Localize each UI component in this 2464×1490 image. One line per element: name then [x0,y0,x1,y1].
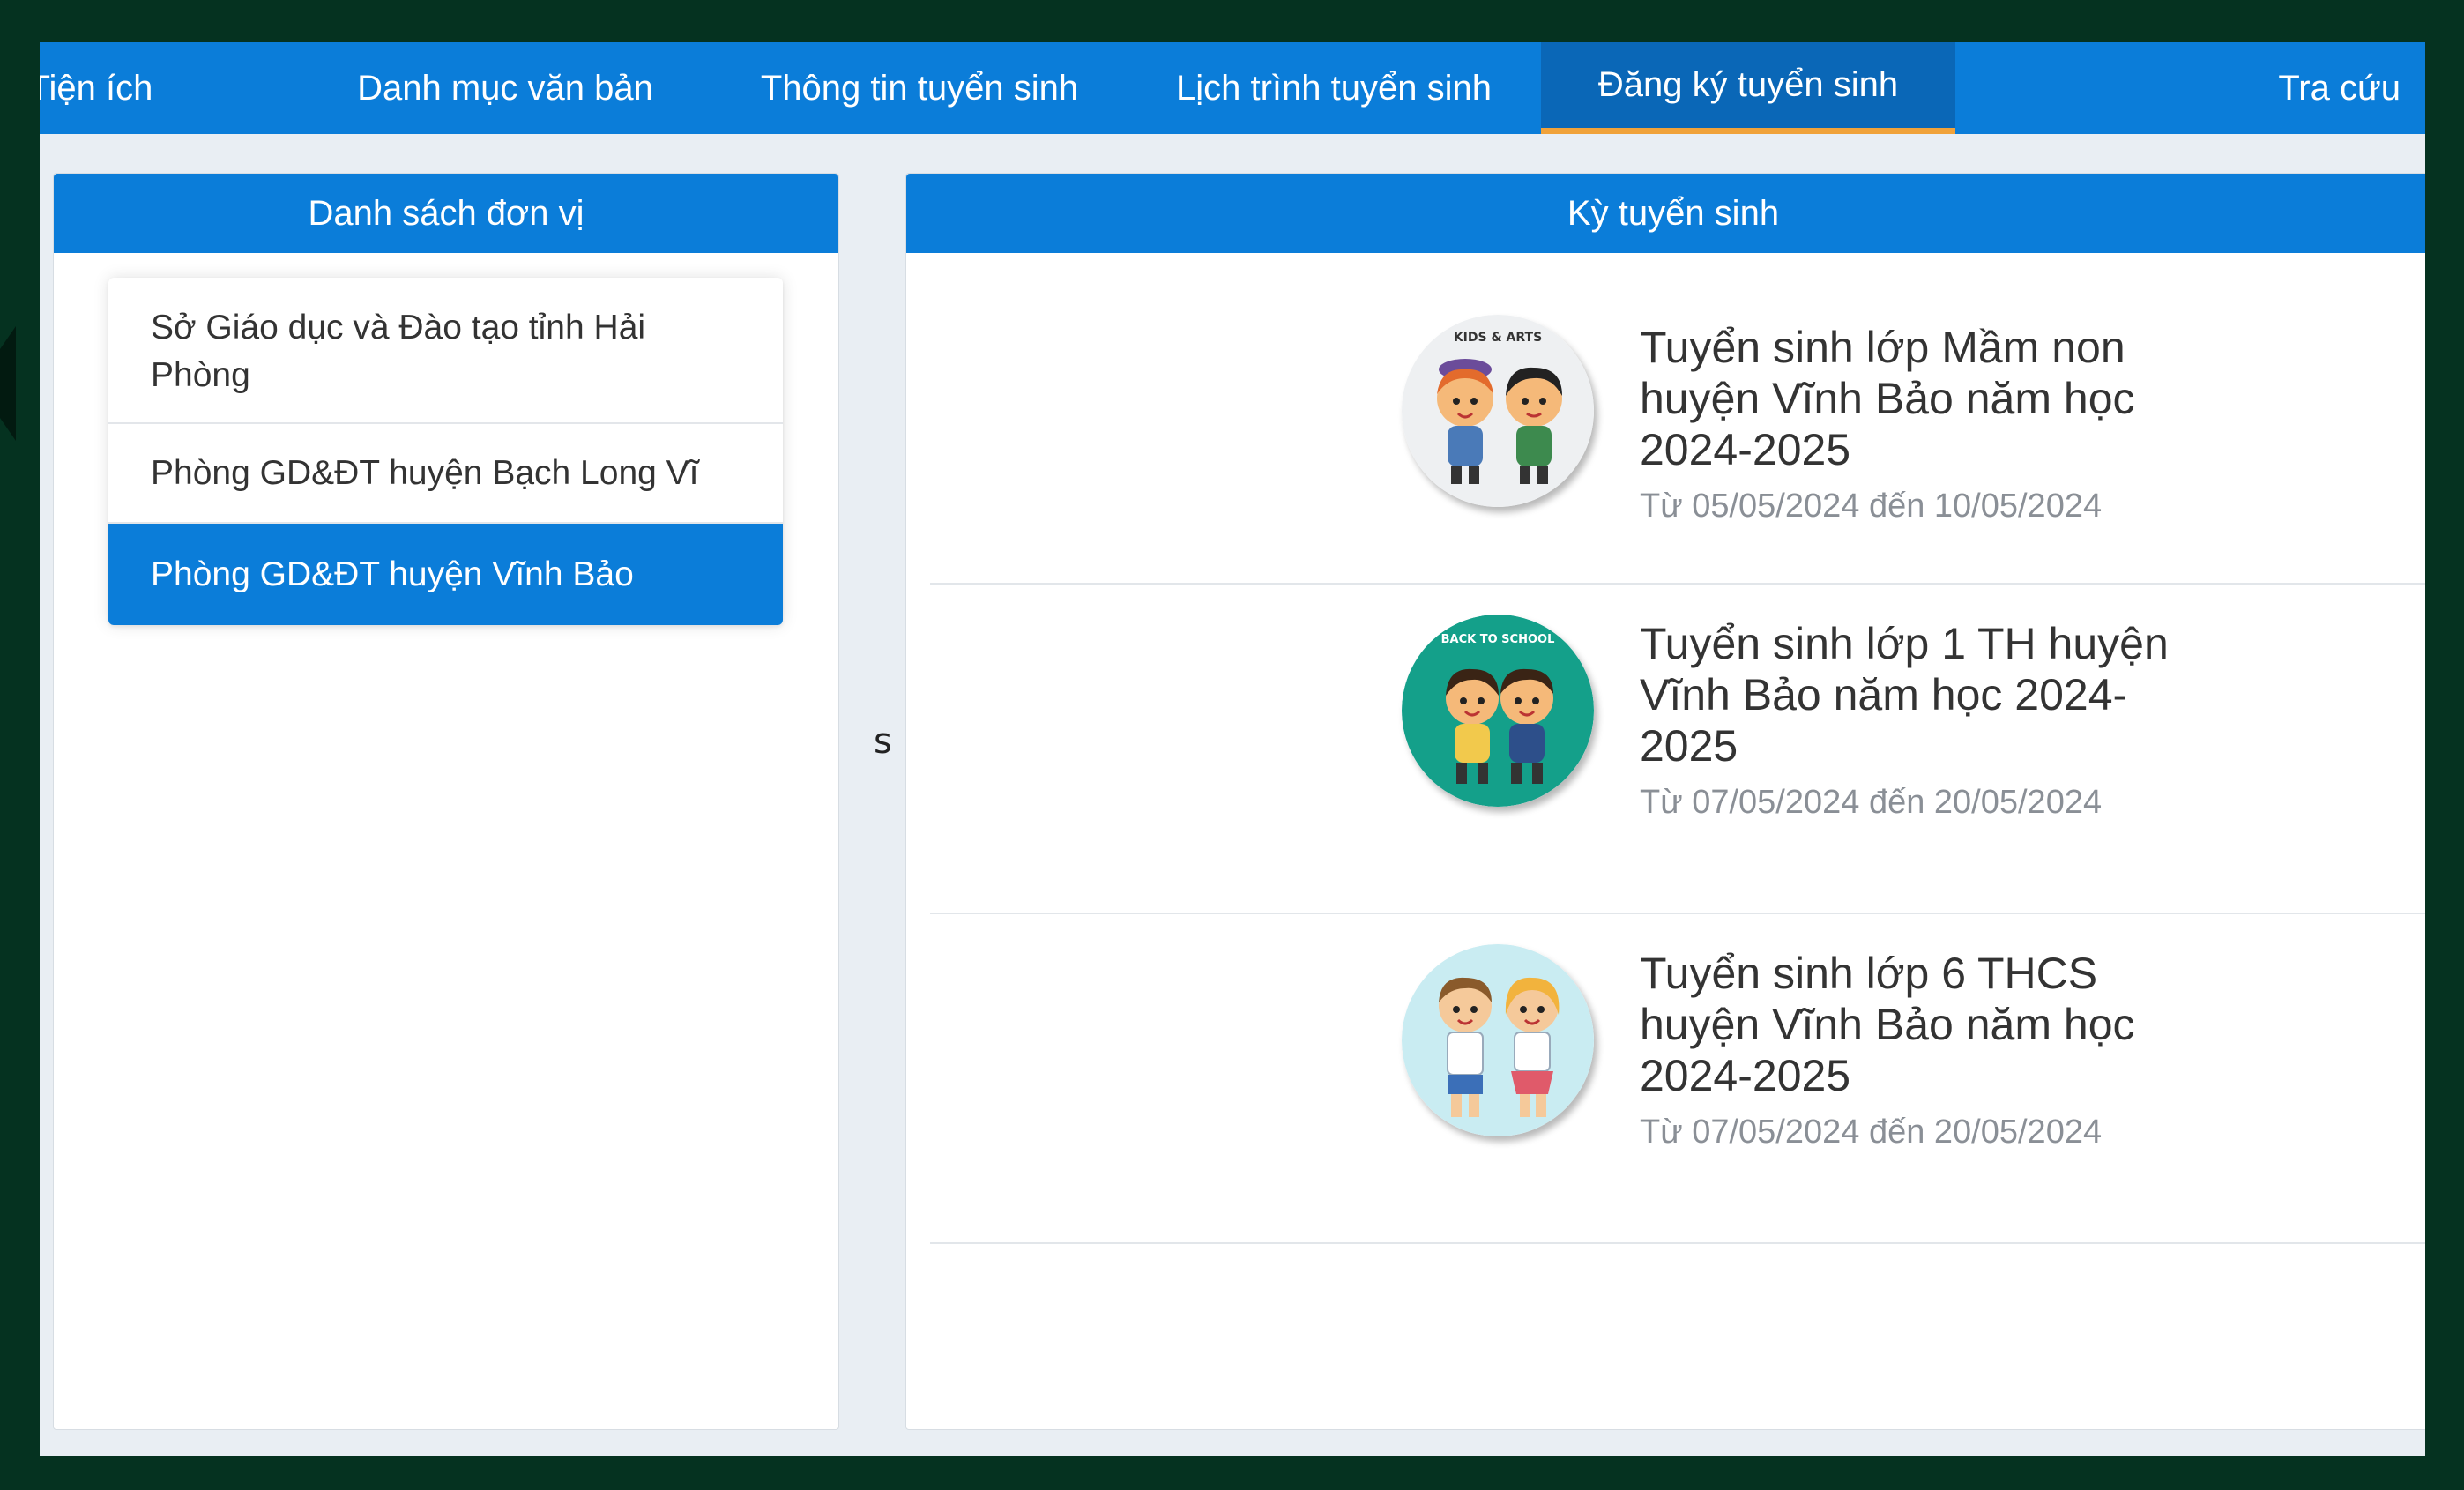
icon-caption: BACK TO SCHOOL [1441,633,1555,646]
term-title[interactable]: Tuyển sinh lớp Mầm non huyện Vĩnh Bảo nă… [1640,322,2204,475]
unit-list: Sở Giáo dục và Đào tạo tỉnh Hải Phòng Ph… [108,278,783,625]
nav-tien-ich[interactable]: Tiện ích [40,42,298,134]
unit-panel-header: Danh sách đơn vị [54,174,838,253]
kids-arts-icon: KIDS & ARTS [1402,315,1594,507]
unit-item-so-gd-hai-phong[interactable]: Sở Giáo dục và Đào tạo tỉnh Hải Phòng [108,278,783,424]
icon-caption: KIDS & ARTS [1454,331,1542,345]
back-to-school-icon: BACK TO SCHOOL [1402,615,1594,807]
nav-dang-ky-tuyen-sinh[interactable]: Đăng ký tuyển sinh [1541,42,1955,134]
unit-item-bach-long-vi[interactable]: Phòng GD&ĐT huyện Bạch Long Vĩ [108,424,783,524]
app-frame: Tiện ích Danh mục văn bản Thông tin tuyể… [40,42,2425,1456]
frame-notch [0,326,16,441]
term-item[interactable]: KIDS & ARTS Tuyển sinh lớp Mầm non huyện… [930,253,2425,585]
nav-thong-tin-tuyen-sinh[interactable]: Thông tin tuyển sinh [712,42,1127,134]
term-title[interactable]: Tuyển sinh lớp 6 THCS huyện Vĩnh Bảo năm… [1640,948,2204,1101]
unit-item-vinh-bao[interactable]: Phòng GD&ĐT huyện Vĩnh Bảo [108,524,783,625]
term-item[interactable]: Tuyển sinh lớp 6 THCS huyện Vĩnh Bảo năm… [930,913,2425,1244]
nav-danh-muc-van-ban[interactable]: Danh mục văn bản [298,42,712,134]
term-date: Từ 07/05/2024 đến 20/05/2024 [1640,784,2103,821]
nav-tra-cuu[interactable]: Tra cứu [1955,42,2425,134]
term-date: Từ 05/05/2024 đến 10/05/2024 [1640,488,2103,525]
stray-text: s [874,721,892,762]
top-nav: Tiện ích Danh mục văn bản Thông tin tuyể… [40,42,2425,134]
nav-lich-trinh-tuyen-sinh[interactable]: Lịch trình tuyển sinh [1127,42,1541,134]
term-title[interactable]: Tuyển sinh lớp 1 TH huyện Vĩnh Bảo năm h… [1640,618,2204,771]
term-panel: Kỳ tuyển sinh KIDS & ARTS Tuyển sinh lớp… [905,173,2425,1430]
term-item[interactable]: BACK TO SCHOOL Tuyển sinh lớp 1 TH huyện… [930,583,2425,914]
term-panel-header: Kỳ tuyển sinh [906,174,2425,253]
students-icon [1402,944,1594,1136]
term-date: Từ 07/05/2024 đến 20/05/2024 [1640,1114,2103,1151]
unit-panel: Danh sách đơn vị Sở Giáo dục và Đào tạo … [53,173,839,1430]
